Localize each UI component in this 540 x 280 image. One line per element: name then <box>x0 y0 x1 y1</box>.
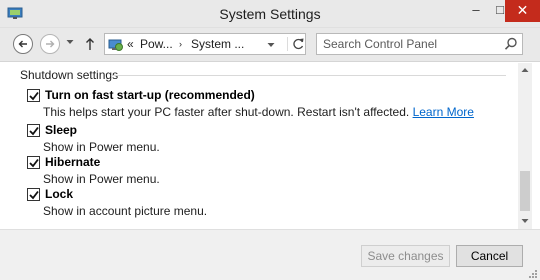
fast-startup-description: This helps start your PC faster after sh… <box>43 105 474 119</box>
sleep-description: Show in Power menu. <box>43 140 160 154</box>
lock-checkbox[interactable] <box>27 188 40 201</box>
search-icon[interactable] <box>504 37 518 51</box>
lock-label[interactable]: Lock <box>45 187 73 201</box>
refresh-icon <box>293 38 304 50</box>
resize-grip-icon[interactable] <box>528 269 538 279</box>
checkmark-icon <box>29 91 39 101</box>
section-title: Shutdown settings <box>20 68 119 82</box>
hibernate-label[interactable]: Hibernate <box>45 155 100 169</box>
checkmark-icon <box>29 126 39 136</box>
close-button[interactable]: ✕ <box>505 0 540 22</box>
window-title: System Settings <box>219 6 321 22</box>
cancel-button[interactable]: Cancel <box>456 245 523 267</box>
search-box[interactable] <box>316 33 523 55</box>
chevron-down-icon[interactable] <box>267 42 275 48</box>
hibernate-description: Show in Power menu. <box>43 172 160 186</box>
scroll-up-icon[interactable] <box>521 67 529 73</box>
breadcrumb-power-options[interactable]: Pow... <box>140 37 173 51</box>
title-bar: System Settings – □ ✕ <box>0 0 540 28</box>
search-input[interactable] <box>323 36 498 52</box>
hibernate-checkbox[interactable] <box>27 156 40 169</box>
recent-pages-icon[interactable] <box>66 39 74 45</box>
navigation-bar: « Pow... › System ... <box>0 28 540 62</box>
fast-startup-label[interactable]: Turn on fast start-up (recommended) <box>45 88 255 102</box>
fast-startup-description-text: This helps start your PC faster after sh… <box>43 105 410 119</box>
lock-description: Show in account picture menu. <box>43 204 208 218</box>
scrollbar-thumb[interactable] <box>520 171 530 211</box>
fast-startup-checkbox[interactable] <box>27 89 40 102</box>
back-arrow-icon <box>18 40 27 48</box>
forward-arrow-icon <box>46 40 55 48</box>
up-arrow-icon[interactable] <box>85 37 95 51</box>
control-panel-icon <box>108 37 124 52</box>
scroll-down-icon[interactable] <box>521 218 529 224</box>
refresh-button[interactable] <box>287 37 305 51</box>
back-button[interactable] <box>13 34 33 54</box>
address-bar[interactable]: « Pow... › System ... <box>104 33 306 55</box>
dialog-footer: Save changes Cancel <box>0 229 540 280</box>
vertical-scrollbar[interactable] <box>518 63 532 229</box>
breadcrumb-separator[interactable]: › <box>179 39 182 49</box>
sleep-checkbox[interactable] <box>27 124 40 137</box>
checkmark-icon <box>29 190 39 200</box>
save-changes-button[interactable]: Save changes <box>361 245 450 267</box>
section-divider <box>111 75 506 76</box>
breadcrumb-system-settings[interactable]: System ... <box>191 37 244 51</box>
settings-content: Shutdown settings Turn on fast start-up … <box>0 63 518 229</box>
forward-button[interactable] <box>40 34 60 54</box>
breadcrumb-overflow[interactable]: « <box>127 37 134 51</box>
learn-more-link[interactable]: Learn More <box>413 105 474 119</box>
sleep-label[interactable]: Sleep <box>45 123 77 137</box>
checkmark-icon <box>29 158 39 168</box>
